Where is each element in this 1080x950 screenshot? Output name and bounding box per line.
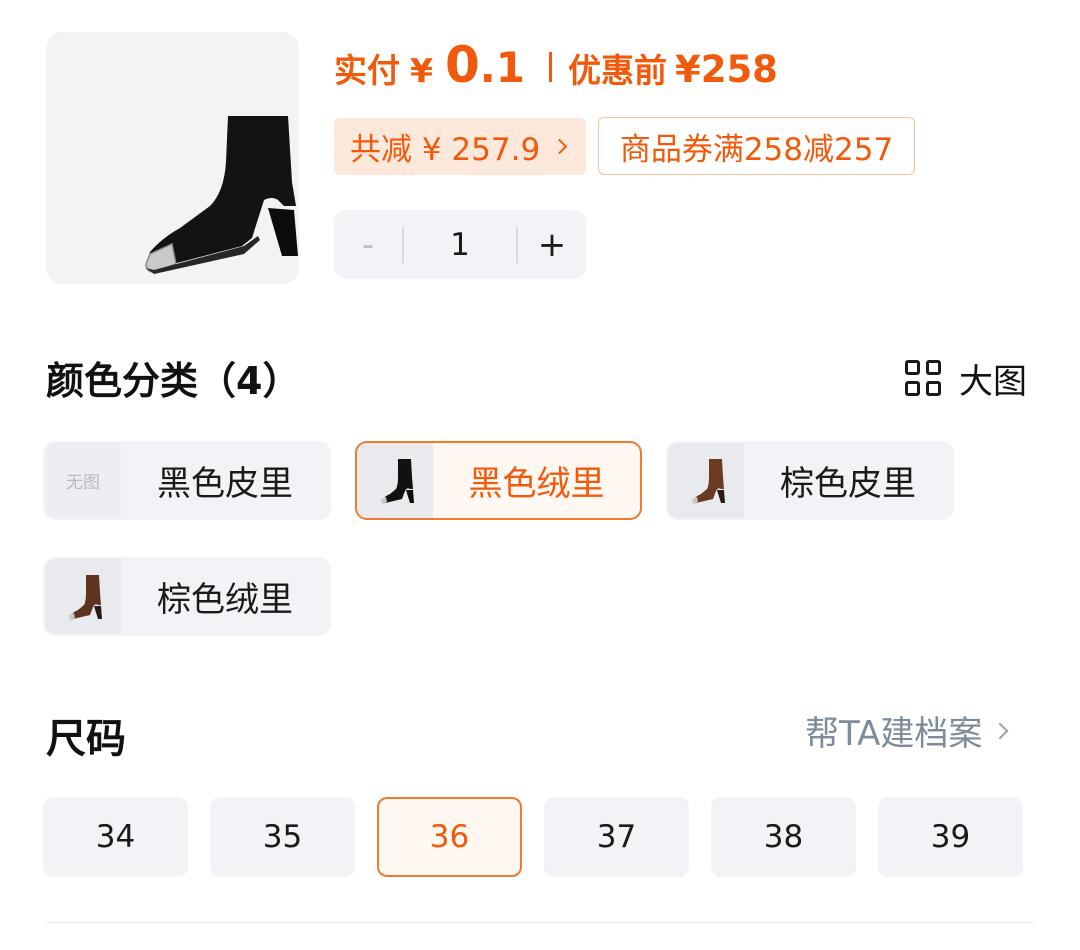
total-discount-text: 共减 ¥ 257.9 [350,132,541,168]
decrease-quantity-button[interactable]: - [334,210,402,279]
coupon-chip: 商品券满258减257 [598,117,915,175]
color-option-label: 棕色绒里 [157,580,293,620]
color-option-thumbnail [45,559,121,634]
chevron-right-icon [991,722,1009,739]
paid-price-integer: 0 [444,36,480,94]
paid-label: 实付 [334,51,400,90]
product-image[interactable] [46,32,299,284]
color-section-title: 颜色分类（4） [46,359,301,403]
original-price: ¥258 [674,48,778,91]
paid-currency: ¥ [410,51,433,90]
size-option[interactable]: 35 [210,797,355,877]
color-option-label: 黑色皮里 [157,464,293,504]
paid-price-decimal: .1 [479,43,525,92]
ankle-boot-image [145,116,298,274]
brown-boot-icon [69,574,102,620]
price-row: 实付 ¥ 0 .1 优惠前 ¥258 [334,36,778,106]
color-option-label: 棕色皮里 [780,464,916,504]
price-divider [548,52,552,82]
grid-icon [905,359,943,398]
black-boot-icon [381,458,414,504]
size-option[interactable]: 37 [544,797,689,877]
color-option-black-velvet[interactable]: 黑色绒里 [355,441,642,520]
color-option-label: 黑色绒里 [468,464,605,504]
quantity-stepper: - 1 + [334,210,586,279]
chevron-right-icon [551,138,568,155]
color-option-black-leather[interactable]: 无图 黑色皮里 [43,441,331,520]
increase-quantity-button[interactable]: + [518,210,586,279]
view-large-image-button[interactable]: 大图 [905,354,1027,403]
view-large-image-label: 大图 [959,362,1027,402]
original-price-label: 优惠前 [567,51,667,90]
quantity-value[interactable]: 1 [404,227,516,263]
size-option-selected[interactable]: 36 [377,797,522,877]
color-option-brown-velvet[interactable]: 棕色绒里 [43,557,331,636]
coupon-text: 商品券满258减257 [619,131,894,168]
total-discount-chip[interactable]: 共减 ¥ 257.9 [334,118,586,175]
color-option-brown-leather[interactable]: 棕色皮里 [666,441,954,520]
brown-boot-icon [692,458,725,504]
no-image-placeholder: 无图 [45,443,121,518]
size-option[interactable]: 39 [878,797,1023,877]
create-profile-link[interactable]: 帮TA建档案 [805,706,1009,755]
create-profile-label: 帮TA建档案 [805,714,983,754]
size-option[interactable]: 34 [43,797,188,877]
size-section-title: 尺码 [46,716,126,762]
color-option-thumbnail [668,443,744,518]
size-option[interactable]: 38 [711,797,856,877]
color-option-thumbnail [357,443,433,518]
divider [46,922,1034,923]
